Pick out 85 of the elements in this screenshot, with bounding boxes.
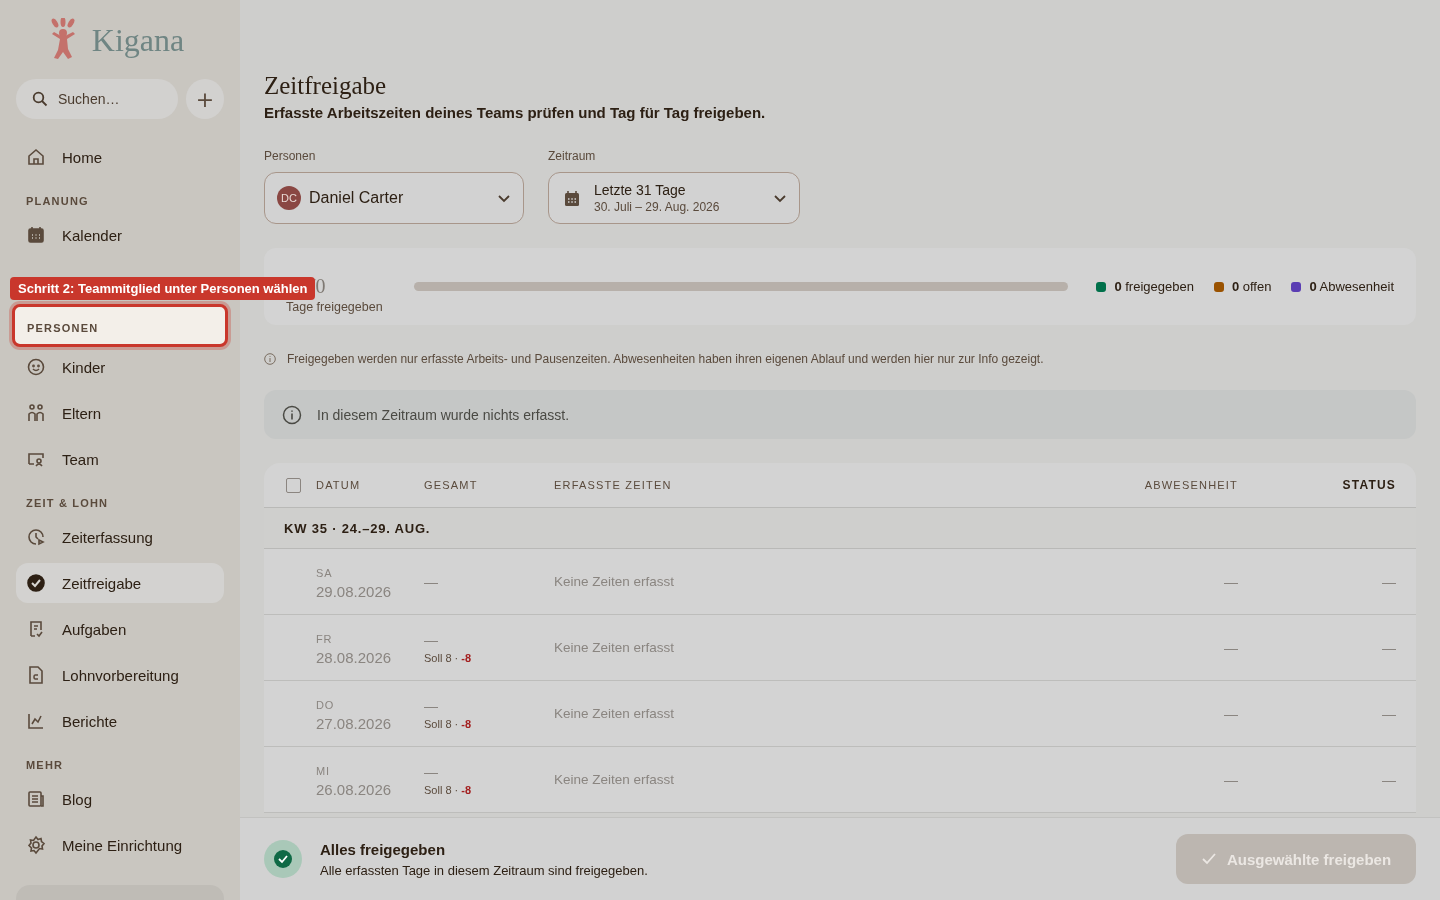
legend-label: 0 offen xyxy=(1231,279,1272,294)
home-icon xyxy=(26,147,46,167)
times-cell-text: Keine Zeiten erfasst xyxy=(554,706,676,721)
gear-icon xyxy=(26,835,46,855)
calendar-icon xyxy=(564,189,580,207)
nav-item[interactable]: Lohnvorbereitung xyxy=(16,655,224,695)
times-cell-text: Keine Zeiten erfasst xyxy=(554,772,676,787)
weekday-label: DO xyxy=(316,699,336,711)
check-icon xyxy=(1200,852,1217,866)
absence-cell-text: — xyxy=(1223,573,1238,590)
column-header: ERFASSTE ZEITEN xyxy=(554,479,673,491)
info-icon xyxy=(282,404,302,425)
add-button[interactable]: + xyxy=(186,79,224,119)
chart-icon xyxy=(26,711,46,731)
weekday-label: SA xyxy=(316,567,334,579)
absence-cell-text: — xyxy=(1223,639,1238,656)
column-header: GESAMT xyxy=(424,479,479,491)
total-cell-text: — xyxy=(424,697,439,714)
status-cell-text: — xyxy=(1381,639,1396,656)
footer-text: Alle erfassten Tage in diesem Zeitraum sind freigegeben. xyxy=(320,862,648,878)
target-hours: Soll 8 · -8 xyxy=(424,783,473,796)
alert-text: In diesem Zeitraum wurde nichts erfasst. xyxy=(317,406,570,423)
section-heading: PERSONEN xyxy=(27,322,99,334)
search-icon xyxy=(32,91,48,107)
column-header: DATUM xyxy=(316,479,362,491)
info-icon xyxy=(264,353,276,365)
stats-caption: Tage freigegeben xyxy=(286,299,384,314)
status-cell-text: — xyxy=(1381,705,1396,722)
absence-cell-text: — xyxy=(1223,771,1238,788)
section-heading: PLANUNG xyxy=(25,194,90,209)
total-cell-text: — xyxy=(424,631,439,648)
column-header: STATUS xyxy=(1341,478,1396,492)
nav-item[interactable]: Aufgaben xyxy=(16,609,224,649)
target-hours: Soll 8 · -8 xyxy=(424,717,473,730)
date-cell-text: 29.08.2026 xyxy=(316,583,393,600)
nav-item[interactable]: Zeiterfassung xyxy=(16,517,224,557)
date-cell-text: 27.08.2026 xyxy=(316,715,393,732)
blog-icon xyxy=(26,789,46,809)
status-cell-text: — xyxy=(1381,573,1396,590)
nav-item[interactable]: Zeitfreigabe xyxy=(16,563,224,603)
legend-label: 0 Abwesenheit xyxy=(1309,279,1394,294)
date-cell-text: 26.08.2026 xyxy=(316,781,393,798)
person-select[interactable]: DC Daniel Carter xyxy=(264,172,524,224)
nav-item[interactable]: Berichte xyxy=(16,701,224,741)
footer-title: Alles freigegeben xyxy=(320,840,447,858)
date-cell-text: 28.08.2026 xyxy=(316,649,393,666)
weekday-label: FR xyxy=(316,633,334,645)
search-field[interactable]: Suchen… xyxy=(16,79,178,119)
target-hours: Soll 8 · -8 xyxy=(424,651,473,664)
logo-text: Kigana xyxy=(91,21,185,59)
status-cell-text: — xyxy=(1381,771,1396,788)
nav-item[interactable]: Kinder xyxy=(16,347,224,387)
total-cell-text: — xyxy=(424,763,439,780)
check-icon xyxy=(26,573,46,593)
total-cell-text: — xyxy=(424,573,439,590)
tour-tooltip: Schritt 2: Teammitglied unter Personen wählen xyxy=(10,277,316,300)
legend-label: 0 freigegeben xyxy=(1114,279,1194,294)
nav-item[interactable]: Team xyxy=(16,439,224,479)
period-select[interactable]: Letzte 31 Tage 30. Juli – 29. Aug. 2026 xyxy=(548,172,800,224)
field-label: Personen xyxy=(264,149,317,163)
weekday-label: MI xyxy=(316,765,331,777)
absence-cell-text: — xyxy=(1223,705,1238,722)
parents-icon xyxy=(26,403,46,423)
select-all-checkbox[interactable] xyxy=(286,477,301,493)
field-label: Zeitraum xyxy=(548,149,597,163)
week-heading: KW 35 · 24.–29. AUG. xyxy=(284,520,431,536)
nav-item[interactable]: Eltern xyxy=(16,393,224,433)
section-heading: MEHR xyxy=(25,758,65,773)
clock-icon xyxy=(26,527,46,547)
nav-item[interactable]: Home xyxy=(16,137,224,177)
times-cell-text: Keine Zeiten erfasst xyxy=(554,640,676,655)
avatar: DC xyxy=(277,186,301,210)
cal-icon xyxy=(26,225,46,245)
nav-item[interactable]: Kalender xyxy=(16,215,224,255)
page-subtitle: Erfasste Arbeitszeiten deines Teams prüfen und Tag für Tag freigeben. xyxy=(264,104,767,121)
column-header: ABWESENHEIT xyxy=(1143,479,1238,491)
info-note: Freigegeben werden nur erfasste Arbeits- und Pausenzeiten. Abwesenheiten haben ihren eigenen Ablauf und werden hier nur zur Info gezeigt. xyxy=(287,352,1044,366)
nav-item[interactable]: Blog xyxy=(16,779,224,819)
nav-item[interactable]: Meine Einrichtung xyxy=(16,825,224,865)
times-cell-text: Keine Zeiten erfasst xyxy=(554,574,676,589)
page-title: Zeitfreigabe xyxy=(264,71,388,101)
doc-icon xyxy=(26,665,46,685)
check-circle-icon xyxy=(264,840,302,878)
kid-icon xyxy=(26,357,46,377)
section-heading: ZEIT & LOHN xyxy=(25,496,110,511)
